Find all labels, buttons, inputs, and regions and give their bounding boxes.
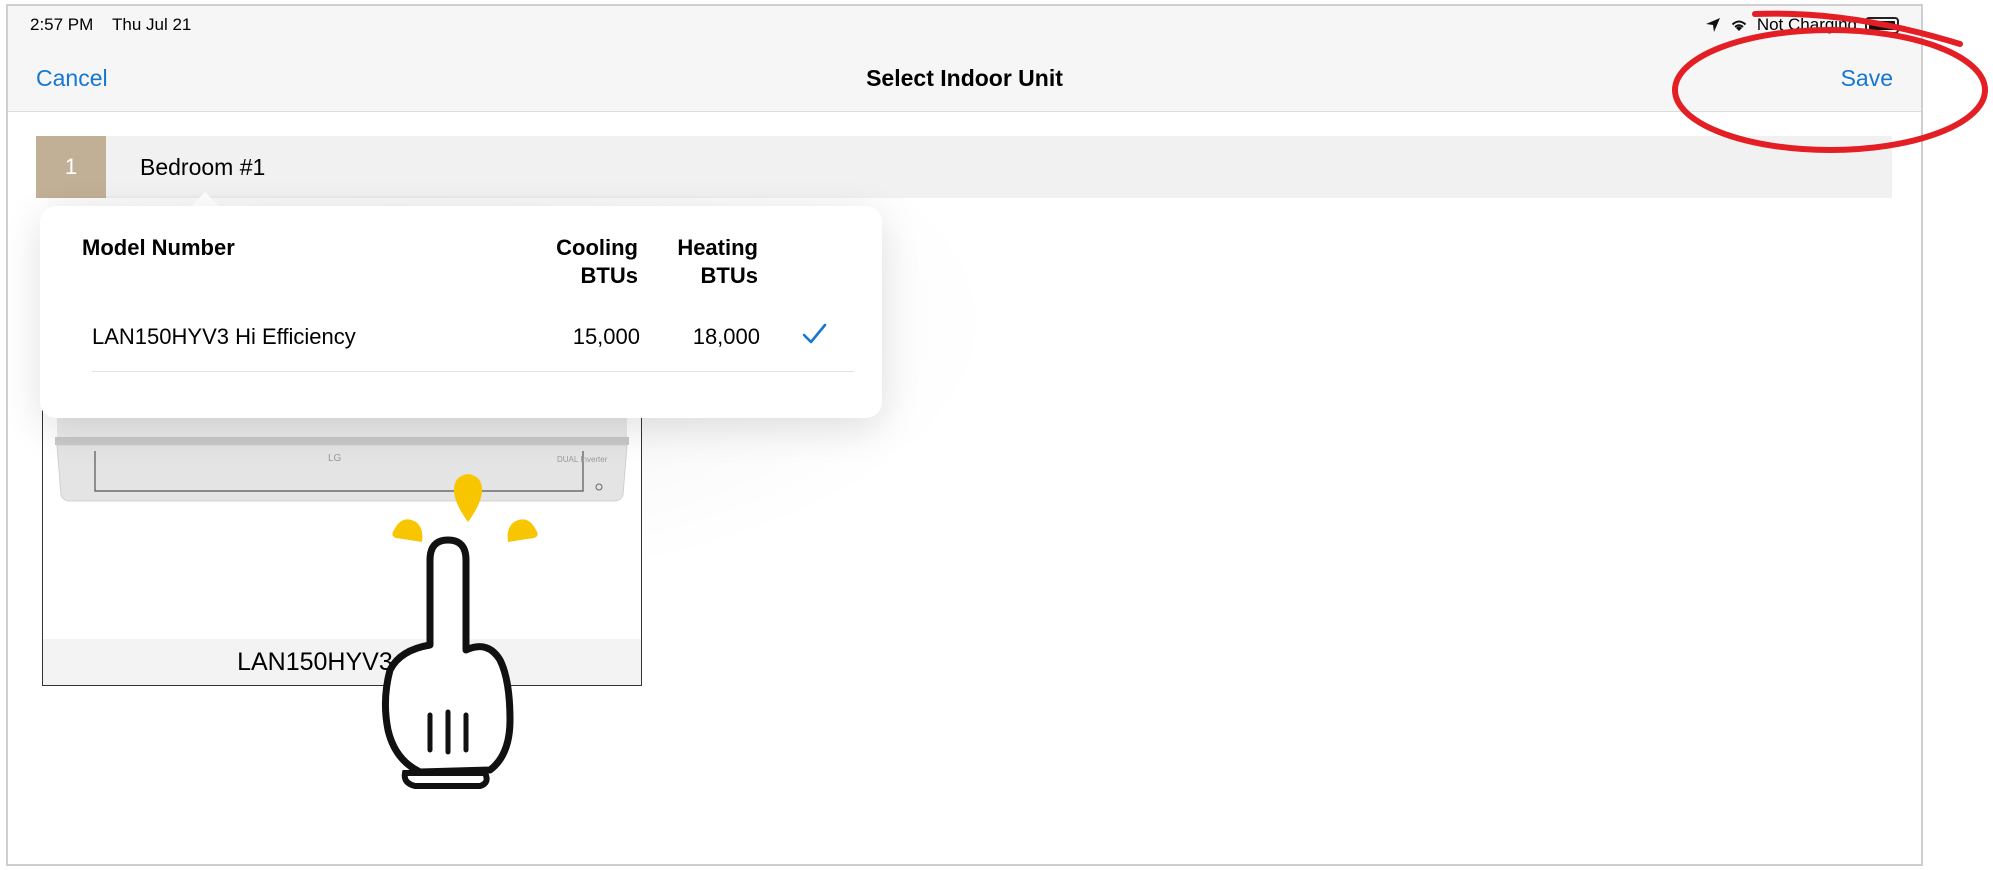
header-heating-unit: BTUs: [700, 263, 758, 288]
header-cooling-unit: BTUs: [580, 263, 638, 288]
pointing-hand-icon: [381, 536, 514, 789]
highlight-circle-icon: [1672, 10, 1988, 153]
page-title: Select Indoor Unit: [866, 65, 1063, 91]
status-time: 2:57 PM: [30, 15, 94, 34]
brand-logo: LG: [328, 453, 342, 464]
checkmark-icon: [802, 323, 827, 344]
header-model-number: Model Number: [82, 234, 235, 262]
room-number-badge: 1: [36, 136, 106, 198]
header-heating-label: Heating: [677, 235, 758, 260]
status-bar: 2:57 PM Thu Jul 21 Not Charging: [8, 6, 1921, 46]
header-heating-btus: Heating BTUs: [662, 234, 758, 290]
row-heating-btus: 18,000: [692, 324, 760, 349]
row-divider: [92, 371, 854, 372]
header-model-label: Model Number: [82, 235, 235, 260]
header-cooling-label: Cooling: [556, 235, 638, 260]
app-window: 2:57 PM Thu Jul 21 Not Charging Cancel S…: [6, 4, 1923, 866]
popover-arrow: [190, 192, 220, 207]
room-row[interactable]: 1 Bedroom #1: [36, 136, 1892, 198]
status-date: Thu Jul 21: [112, 15, 192, 34]
navigation-bar: Cancel Select Indoor Unit Save: [8, 46, 1921, 112]
room-name: Bedroom #1: [140, 154, 266, 180]
unit-caption: LAN150HYV3 Hi E: [43, 639, 641, 685]
indoor-unit-popover: Model Number Cooling BTUs Heating BTUs L…: [40, 206, 882, 418]
row-model-number: LAN150HYV3 Hi Efficiency: [92, 324, 356, 349]
header-cooling-btus: Cooling BTUs: [550, 234, 638, 290]
product-tag: DUAL Inverter: [557, 455, 608, 464]
row-cooling-btus: 15,000: [572, 324, 640, 349]
